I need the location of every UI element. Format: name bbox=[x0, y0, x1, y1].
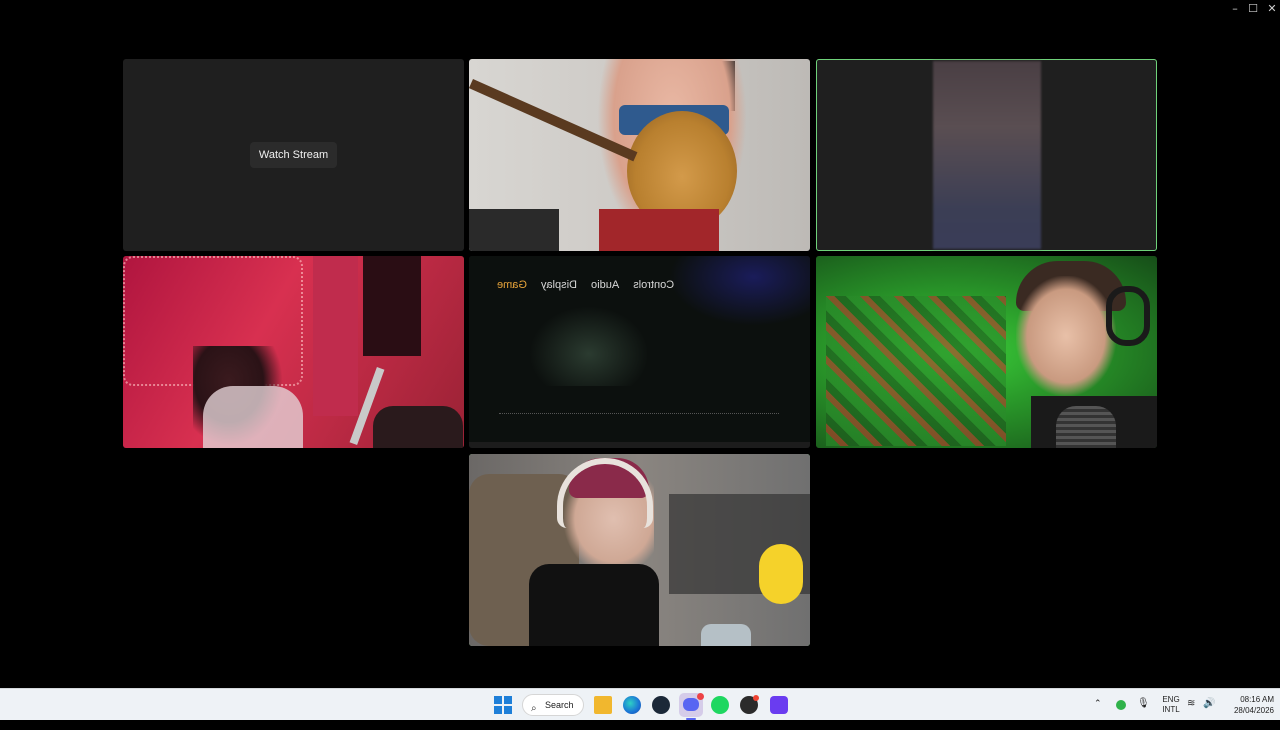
search-icon: ⌕ bbox=[531, 703, 537, 714]
game-menu: Game Display Audio Controls bbox=[497, 279, 674, 291]
top bbox=[529, 564, 659, 646]
microphone bbox=[1056, 406, 1116, 448]
pants bbox=[599, 209, 719, 251]
chair bbox=[373, 406, 463, 448]
game-menu-item: Audio bbox=[591, 279, 620, 291]
app-launcher-icon[interactable] bbox=[770, 696, 788, 714]
volume-icon[interactable]: 🔊 bbox=[1203, 698, 1215, 730]
game-menu-item: Game bbox=[497, 279, 527, 291]
video-tile-green-room[interactable] bbox=[816, 256, 1157, 448]
face bbox=[1016, 276, 1116, 396]
game-menu-item: Display bbox=[540, 279, 578, 291]
notification-badge bbox=[697, 693, 704, 700]
blanket bbox=[203, 386, 303, 448]
close-button[interactable]: ✕ bbox=[1261, 1, 1280, 17]
start-icon[interactable] bbox=[494, 696, 512, 714]
video-feed: Game Display Audio Controls bbox=[469, 256, 810, 448]
game-hud bbox=[499, 413, 779, 419]
duck-plush bbox=[759, 544, 803, 604]
clock-date: 28/04/2026 bbox=[1233, 706, 1274, 715]
taskbar: ⌕ Search ⌃ 🎙 ENG INTL ≋ 🔊 08:16 AM 28/04… bbox=[0, 688, 1280, 720]
desk bbox=[469, 209, 559, 251]
video-tile-speaking[interactable] bbox=[816, 59, 1157, 251]
recording-badge bbox=[753, 695, 759, 701]
video-tile-speaking-2[interactable] bbox=[469, 454, 810, 646]
clock-time: 08:16 AM bbox=[1240, 695, 1274, 704]
bottom-bar bbox=[469, 442, 810, 448]
headset bbox=[1106, 286, 1150, 346]
watch-stream-button[interactable]: Watch Stream bbox=[250, 142, 337, 168]
chevron-up-icon[interactable]: ⌃ bbox=[1094, 698, 1102, 730]
taskbar-search[interactable]: ⌕ Search bbox=[522, 694, 584, 716]
video-feed bbox=[123, 256, 464, 448]
microphone bbox=[701, 624, 751, 646]
lang-code: ENG bbox=[1162, 695, 1180, 704]
video-feed bbox=[933, 61, 1041, 249]
stream-tile[interactable]: Watch Stream bbox=[123, 59, 464, 251]
clock[interactable]: 08:16 AM 28/04/2026 bbox=[1222, 694, 1274, 726]
video-feed bbox=[469, 59, 810, 251]
screen-share-tile[interactable]: Game Display Audio Controls bbox=[469, 256, 810, 448]
edge-icon[interactable] bbox=[623, 696, 641, 714]
app-window: – ☐ ✕ Watch Stream Game Display Audio Co… bbox=[0, 0, 1280, 688]
spotify-icon[interactable] bbox=[711, 696, 729, 714]
wall-art bbox=[826, 296, 1006, 446]
language-indicator[interactable]: ENG INTL bbox=[1160, 695, 1182, 727]
door bbox=[313, 256, 358, 416]
microphone-icon[interactable]: 🎙 bbox=[1137, 698, 1150, 730]
lang-layout: INTL bbox=[1162, 705, 1180, 714]
video-feed bbox=[469, 454, 810, 646]
poster bbox=[363, 256, 421, 356]
blue-light bbox=[669, 256, 810, 326]
game-menu-item: Controls bbox=[633, 279, 675, 291]
video-tile-guitar[interactable] bbox=[469, 59, 810, 251]
title-bar: – ☐ ✕ bbox=[0, 0, 1280, 18]
video-feed bbox=[816, 256, 1157, 448]
steam-icon[interactable] bbox=[652, 696, 670, 714]
wifi-icon[interactable]: ≋ bbox=[1187, 698, 1195, 730]
glow bbox=[529, 306, 649, 386]
search-label: Search bbox=[545, 700, 574, 710]
file-explorer-icon[interactable] bbox=[594, 696, 612, 714]
video-tile-red-room[interactable] bbox=[123, 256, 464, 448]
status-indicator-icon[interactable] bbox=[1116, 700, 1126, 710]
